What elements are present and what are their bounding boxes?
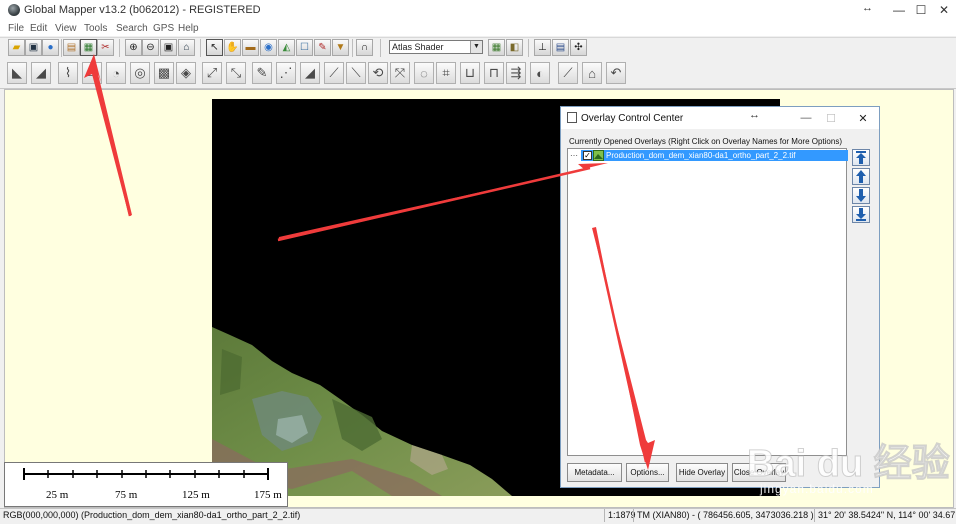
status-scale: 1:1879 bbox=[608, 510, 636, 520]
status-lat-lon: 31° 20' 38.5424" N, 114° 00' 34.67 bbox=[818, 510, 956, 520]
status-projection: TM (XIAN80) - ( 786456.605, 3473036.218 … bbox=[637, 510, 814, 520]
status-layer-info: RGB(000,000,000) (Production_dom_dem_xia… bbox=[3, 510, 301, 520]
watermark-url: jingyan.baidu.com bbox=[760, 482, 874, 496]
svg-text:Bai du 经验: Bai du 经验 bbox=[747, 443, 950, 485]
